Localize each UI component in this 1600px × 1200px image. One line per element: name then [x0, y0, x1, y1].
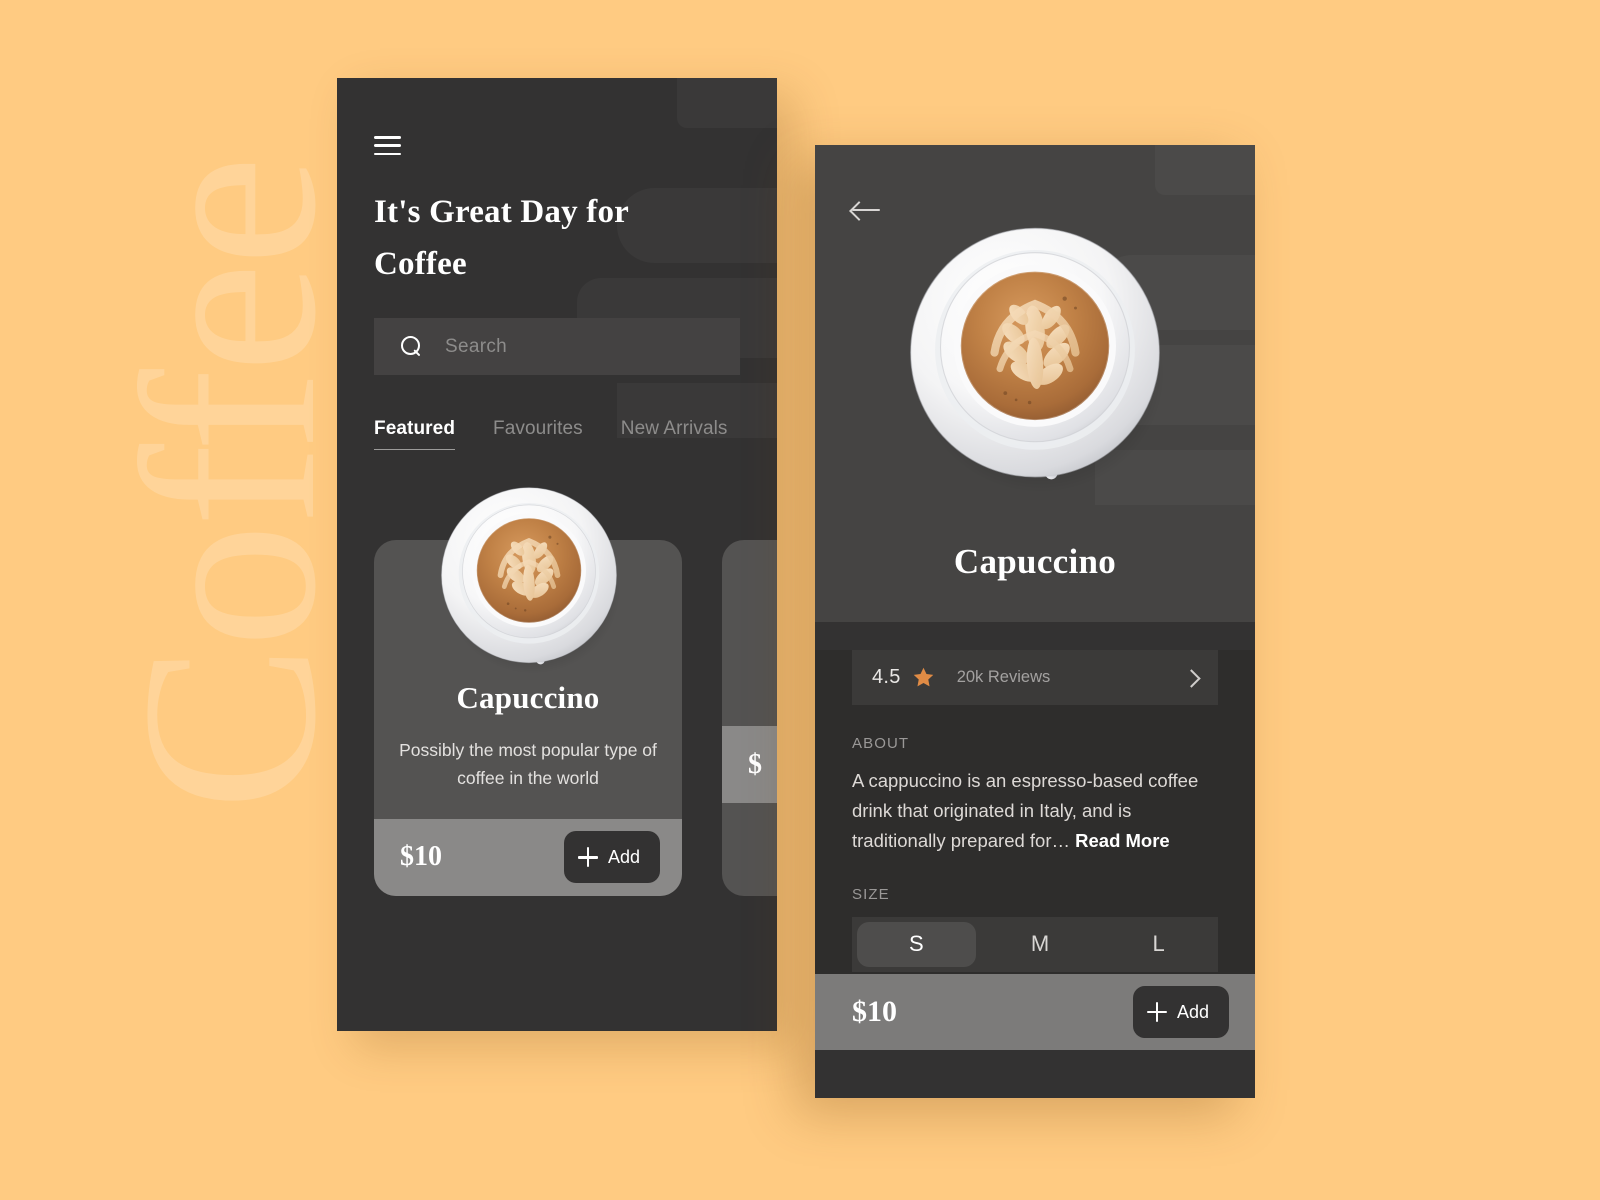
plus-icon	[1146, 1002, 1167, 1022]
tab-featured[interactable]: Featured	[374, 418, 456, 450]
search-placeholder: Search	[445, 335, 508, 357]
detail-footer-bar: $10 Add	[815, 974, 1255, 1050]
product-name: Capuccino	[456, 680, 600, 715]
arrow-left-icon[interactable]	[852, 200, 884, 220]
add-button-label: Add	[607, 846, 640, 867]
product-card-footer: $	[722, 726, 777, 803]
tab-favourites[interactable]: Favourites	[493, 418, 583, 449]
product-description: Possibly the most popular type of coffee…	[399, 740, 657, 789]
hero-image-coffee-cup	[900, 223, 1170, 493]
detail-price: $10	[852, 995, 897, 1028]
hamburger-menu-icon[interactable]	[374, 136, 401, 155]
detail-product-name: Capuccino	[953, 542, 1117, 581]
read-more-link[interactable]: Read More	[1075, 830, 1170, 851]
rating-row[interactable]: 4.5 20k Reviews	[852, 650, 1218, 705]
product-card[interactable]: $	[722, 540, 777, 896]
about-text-block: A cappuccino is an espresso-based coffee…	[852, 766, 1218, 856]
detail-hero: Capuccino	[815, 145, 1255, 622]
search-icon	[401, 335, 423, 358]
add-button-label: Add	[1176, 1001, 1209, 1022]
page-title: It's Great Day for Coffee	[374, 194, 629, 283]
add-to-cart-button[interactable]: Add	[563, 831, 660, 884]
product-card[interactable]: Capuccino Possibly the most popular type…	[374, 540, 682, 896]
size-option-l[interactable]: L	[1099, 917, 1218, 972]
size-option-m[interactable]: M	[981, 917, 1100, 972]
rating-value: 4.5	[872, 666, 901, 688]
plus-icon	[577, 847, 598, 868]
about-label: ABOUT	[852, 735, 910, 752]
phone-detail-screen: Capuccino 4.5 20k Reviews ABOUT A cappuc…	[815, 145, 1255, 1098]
product-card-footer: $10 Add	[374, 818, 682, 896]
size-selector: S M L	[852, 916, 1218, 972]
tab-bar: Featured Favourites New Arrivals	[374, 418, 728, 450]
size-option-s[interactable]: S	[857, 921, 976, 967]
detail-body: 4.5 20k Reviews ABOUT A cappuccino is an…	[815, 650, 1255, 1050]
product-price: $	[748, 748, 762, 780]
star-icon	[913, 667, 933, 687]
size-label: SIZE	[852, 885, 890, 903]
decor-shape-1	[1155, 145, 1255, 195]
background-watermark-coffee: Coffee	[91, 159, 368, 811]
product-card-list: Capuccino Possibly the most popular type…	[374, 540, 777, 896]
rating-review-count: 20k Reviews	[956, 668, 1051, 686]
product-price: $10	[400, 841, 442, 873]
tab-new-arrivals[interactable]: New Arrivals	[621, 418, 728, 449]
search-input[interactable]: Search	[374, 318, 740, 375]
add-to-cart-button[interactable]: Add	[1132, 986, 1229, 1038]
chevron-right-icon	[1184, 671, 1198, 685]
phone-home-screen: It's Great Day for Coffee Search Feature…	[337, 78, 777, 1031]
